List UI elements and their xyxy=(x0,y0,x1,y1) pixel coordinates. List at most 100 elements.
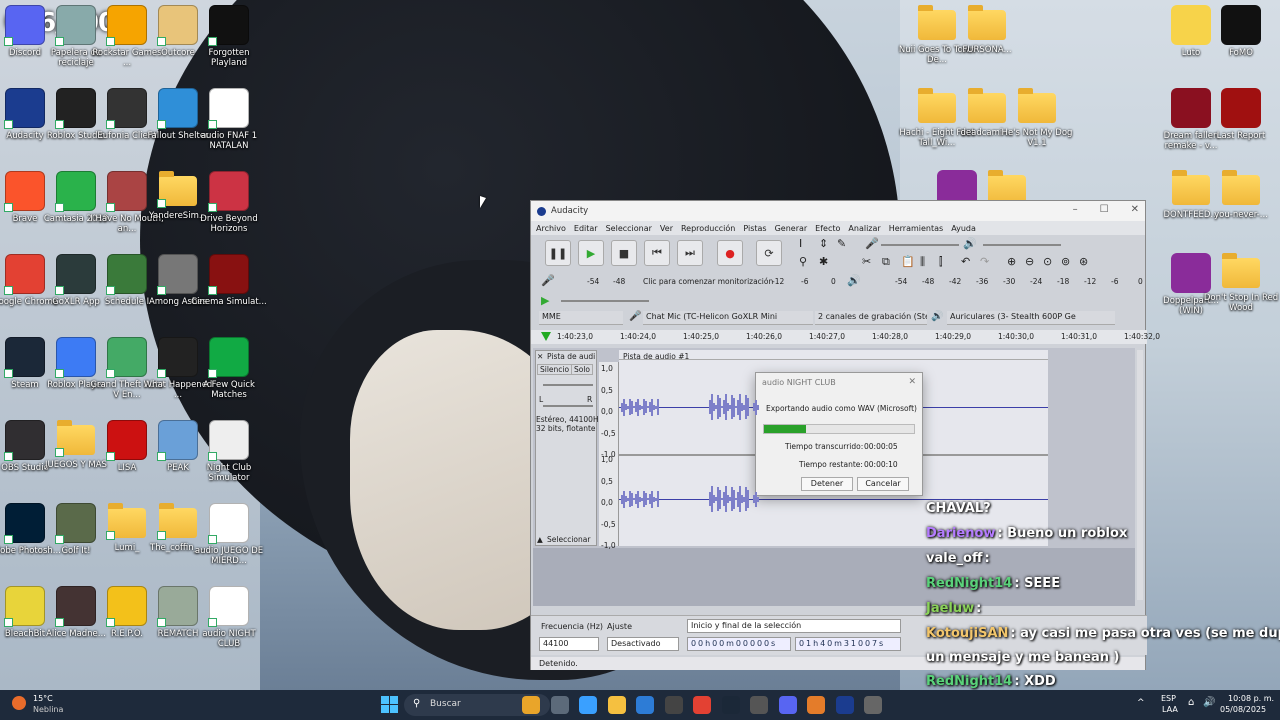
redo-button[interactable]: ↷ xyxy=(980,255,989,268)
taskbar-app-icon[interactable] xyxy=(550,696,569,714)
desktop-icon[interactable]: audio JUEGO DE MIERD... xyxy=(190,503,268,566)
output-device-select[interactable]: Auriculares (3- Stealth 600P Ge xyxy=(947,311,1115,325)
trim-button[interactable]: ⫼ xyxy=(920,255,925,269)
undo-button[interactable]: ↶ xyxy=(961,255,970,268)
snap-select[interactable]: Desactivado xyxy=(607,637,679,651)
desktop-icon[interactable]: audio FNAF 1 NATALAN xyxy=(190,88,268,151)
close-button[interactable]: ✕ xyxy=(1131,204,1139,215)
channels-select[interactable]: 2 canales de grabación (Ster xyxy=(815,311,927,325)
maximize-button[interactable]: ☐ xyxy=(1100,204,1109,215)
pan-slider[interactable] xyxy=(543,405,593,407)
menu-item[interactable]: Archivo xyxy=(536,224,566,233)
play-speed-slider[interactable] xyxy=(561,300,649,302)
fit-selection-button[interactable]: ⊙ xyxy=(1043,255,1052,268)
timeline-ruler[interactable]: 1:40:23,0 1:40:24,0 1:40:25,0 1:40:26,0 1:40… xyxy=(531,330,1160,344)
selection-start-time[interactable]: 0 0 h 0 0 m 0 0 0 0 0 s xyxy=(687,637,791,651)
dialog-close-icon[interactable]: ✕ xyxy=(908,377,916,387)
stop-button[interactable]: ■ xyxy=(611,240,637,266)
desktop-icon[interactable]: Cinema Simulat... xyxy=(190,254,268,307)
play-at-speed-button[interactable]: ▶ xyxy=(541,294,549,307)
track-close-button[interactable]: ✕ xyxy=(537,352,543,361)
export-dialog[interactable]: audio NIGHT CLUB ✕ Exportando audio como… xyxy=(755,372,923,496)
menu-item[interactable]: Generar xyxy=(775,224,808,233)
play-head-icon[interactable] xyxy=(541,332,551,341)
pause-button[interactable]: ❚❚ xyxy=(545,240,571,266)
taskbar-app-icon[interactable] xyxy=(778,696,797,714)
loop-button[interactable]: ⟳ xyxy=(756,240,782,266)
taskbar-app-icon[interactable] xyxy=(522,696,540,714)
start-button[interactable] xyxy=(381,696,398,713)
menu-item[interactable]: Herramientas xyxy=(889,224,944,233)
desktop-icon[interactable]: Forgotten Playland xyxy=(190,5,268,68)
play-button[interactable]: ▶ xyxy=(578,240,604,266)
menu-item[interactable]: Reproducción xyxy=(681,224,735,233)
desktop-icon[interactable]: He's Not My Dog V1.1 xyxy=(998,88,1076,148)
taskbar-app-icon[interactable] xyxy=(835,696,854,714)
desktop-icon[interactable]: Last Report xyxy=(1202,88,1280,141)
language-layout[interactable]: LAA xyxy=(1162,705,1178,714)
copy-button[interactable]: ⧉ xyxy=(882,255,890,269)
desktop-icon[interactable]: FoMO xyxy=(1202,5,1280,58)
taskbar-app-icon[interactable] xyxy=(693,696,711,714)
weather-icon[interactable] xyxy=(12,696,26,710)
taskbar-app-icon[interactable] xyxy=(807,696,825,714)
meter-hint[interactable]: Clic para comenzar monitorización xyxy=(643,277,773,286)
taskbar-app-icon[interactable] xyxy=(636,696,654,714)
menu-item[interactable]: Analizar xyxy=(848,224,880,233)
language[interactable]: ESP xyxy=(1161,694,1176,703)
paste-button[interactable]: 📋 xyxy=(901,255,915,268)
mute-button[interactable]: Silencio xyxy=(537,364,573,375)
taskbar-app-icon[interactable] xyxy=(750,696,768,714)
selection-mode-select[interactable]: Inicio y final de la selección xyxy=(687,619,901,633)
zoom-tool-icon[interactable]: ⚲ xyxy=(799,255,807,268)
menu-item[interactable]: Pistas xyxy=(743,224,766,233)
input-device-select[interactable]: Chat Mic (TC-Helicon GoXLR Mini xyxy=(643,311,813,325)
menu-item[interactable]: Editar xyxy=(574,224,598,233)
menu-item[interactable]: Seleccionar xyxy=(606,224,652,233)
rate-select[interactable]: 44100 xyxy=(539,637,599,651)
audacity-window[interactable]: Audacity – ☐ ✕ Archivo Editar Seleccionar V… xyxy=(530,200,1160,670)
desktop-icon[interactable]: you-never-... xyxy=(1202,170,1280,220)
desktop-icon[interactable]: audio NIGHT CLUB xyxy=(190,586,268,649)
taskbar-app-icon[interactable] xyxy=(864,696,882,714)
stop-export-button[interactable]: Detener xyxy=(801,477,853,491)
window-titlebar[interactable]: Audacity – ☐ ✕ xyxy=(531,201,1145,221)
menu-item[interactable]: Ayuda xyxy=(951,224,976,233)
gain-slider[interactable] xyxy=(543,384,593,386)
zoom-in-button[interactable]: ⊕ xyxy=(1007,255,1016,268)
zoom-toggle-button[interactable]: ⊛ xyxy=(1079,255,1088,268)
volume-icon[interactable]: 🔊 xyxy=(1203,697,1215,708)
taskbar-app-icon[interactable] xyxy=(721,696,740,714)
vertical-scrollbar[interactable] xyxy=(1137,350,1143,600)
clock-time[interactable]: 10:08 p. m. xyxy=(1228,694,1274,703)
skip-start-button[interactable]: ⏮ xyxy=(644,240,670,266)
select-track-button[interactable]: Seleccionar xyxy=(547,535,590,544)
tray-chevron-icon[interactable]: ^ xyxy=(1137,698,1145,708)
menu-item[interactable]: Ver xyxy=(660,224,673,233)
menu-item[interactable]: Efecto xyxy=(815,224,840,233)
desktop-icon[interactable]: FURSONA... xyxy=(948,5,1026,55)
selection-end-time[interactable]: 0 1 h 4 0 m 3 1 0 0 7 s xyxy=(795,637,901,651)
collapse-track-icon[interactable]: ▲ xyxy=(537,535,543,544)
cut-button[interactable]: ✂ xyxy=(862,255,871,268)
skip-end-button[interactable]: ⏭ xyxy=(677,240,703,266)
taskbar-app-icon[interactable] xyxy=(579,696,597,714)
zoom-out-button[interactable]: ⊖ xyxy=(1025,255,1034,268)
clock-date[interactable]: 05/08/2025 xyxy=(1220,705,1266,714)
desktop-icon[interactable]: Don't Stop In Red Wood xyxy=(1202,253,1280,313)
minimize-button[interactable]: – xyxy=(1073,204,1078,215)
silence-button[interactable]: ⫿ xyxy=(939,255,943,269)
desktop-icon[interactable]: Drive Beyond Horizons xyxy=(190,171,268,234)
record-volume-slider[interactable] xyxy=(881,244,959,246)
playback-volume-slider[interactable] xyxy=(983,244,1061,246)
draw-tool-icon[interactable]: ✎ xyxy=(837,237,846,250)
audio-host-select[interactable]: MME xyxy=(539,311,623,325)
multi-tool-icon[interactable]: ✱ xyxy=(819,255,828,268)
cancel-export-button[interactable]: Cancelar xyxy=(857,477,909,491)
taskbar-app-icon[interactable] xyxy=(664,696,683,714)
record-button[interactable]: ● xyxy=(717,240,743,266)
weather-temp[interactable]: 15°C xyxy=(33,694,53,703)
fit-project-button[interactable]: ⊚ xyxy=(1061,255,1070,268)
envelope-tool-icon[interactable]: ⇕ xyxy=(819,237,828,250)
track-name-menu[interactable]: Pista de audi xyxy=(547,352,595,361)
